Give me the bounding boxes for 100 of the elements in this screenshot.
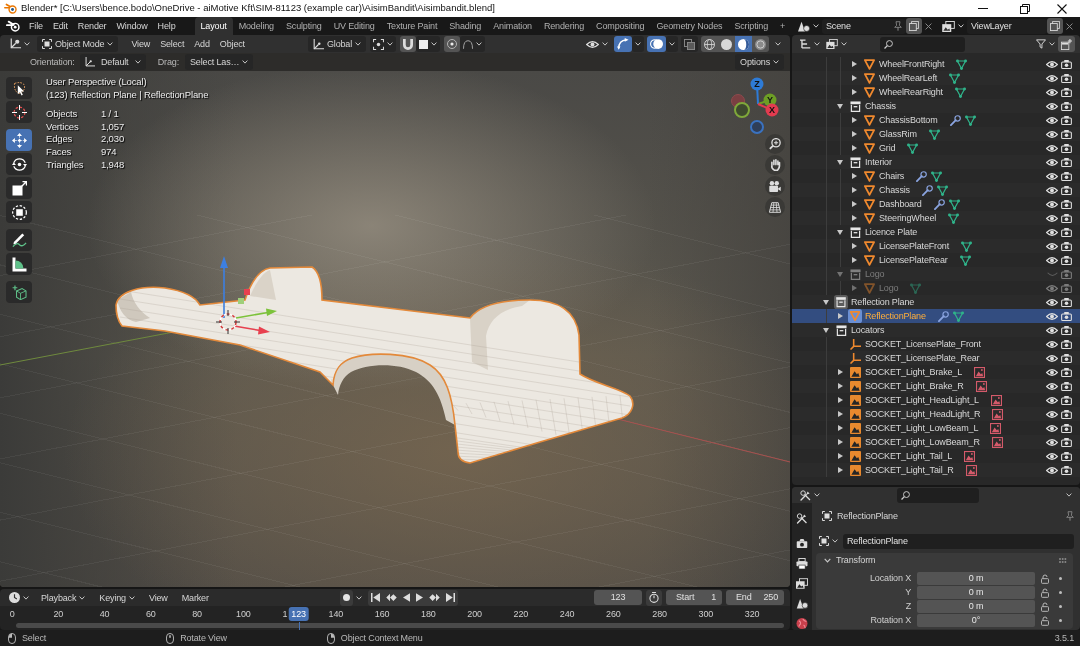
- vertex-triangle-icon[interactable]: [949, 72, 961, 84]
- dot-icon[interactable]: [1059, 591, 1062, 594]
- disclosure-triangle-icon[interactable]: [837, 425, 843, 431]
- chevron-down-icon[interactable]: [387, 42, 394, 46]
- vertex-triangle-icon[interactable]: [907, 142, 919, 154]
- disclosure-triangle-icon[interactable]: [851, 187, 857, 193]
- eye-icon[interactable]: [1046, 354, 1058, 362]
- camera-icon[interactable]: [1061, 297, 1072, 307]
- drag-dropdown[interactable]: Select Las…: [185, 54, 254, 70]
- chevron-down-icon[interactable]: [1066, 493, 1072, 497]
- eye-icon[interactable]: [1046, 130, 1058, 138]
- move-arrow[interactable]: [220, 256, 228, 319]
- close-icon[interactable]: [1057, 3, 1067, 14]
- eye-icon[interactable]: [1046, 256, 1058, 264]
- timeline-scrollbar[interactable]: [16, 623, 784, 628]
- tool-button[interactable]: [6, 101, 32, 123]
- disclosure-triangle-icon[interactable]: [851, 201, 857, 207]
- disclosure-triangle-icon[interactable]: [851, 215, 857, 221]
- menu-item[interactable]: Window: [111, 18, 153, 34]
- tool-button[interactable]: [6, 253, 32, 275]
- camera-icon[interactable]: [1061, 59, 1072, 69]
- chevron-down-icon[interactable]: [355, 595, 362, 600]
- chevron-down-icon[interactable]: [841, 42, 847, 46]
- workspace-tab[interactable]: Scripting: [728, 17, 775, 35]
- triangle-icon[interactable]: [863, 254, 875, 266]
- eye-icon[interactable]: [1046, 144, 1058, 152]
- camera-icon[interactable]: [1061, 115, 1072, 125]
- camera-icon[interactable]: [1061, 339, 1072, 349]
- falloff-button[interactable]: [460, 36, 486, 52]
- camera-icon[interactable]: [1061, 73, 1072, 83]
- camera-icon[interactable]: [1061, 185, 1072, 195]
- number-field[interactable]: 0 m: [917, 600, 1035, 613]
- collection-box-icon[interactable]: [849, 226, 861, 238]
- dot-icon[interactable]: [1059, 577, 1062, 580]
- eye-icon[interactable]: [1046, 60, 1058, 68]
- disclosure-triangle-icon[interactable]: [851, 131, 857, 137]
- vertex-triangle-icon[interactable]: [948, 212, 960, 224]
- overlay-toggle[interactable]: [647, 36, 666, 52]
- vertex-triangle-icon[interactable]: [954, 86, 966, 98]
- end-frame-field[interactable]: End 250: [726, 590, 784, 605]
- disclosure-triangle-icon[interactable]: [837, 397, 843, 403]
- camera-icon[interactable]: [1061, 451, 1072, 461]
- collection-box-icon[interactable]: [849, 156, 861, 168]
- collection-box-icon[interactable]: [849, 100, 861, 112]
- menu-item[interactable]: Select: [155, 36, 190, 52]
- eye-icon[interactable]: [1046, 242, 1058, 250]
- chevron-down-icon[interactable]: [669, 42, 675, 46]
- axes-icon[interactable]: [849, 352, 861, 364]
- view-layer-field[interactable]: ViewLayer: [967, 18, 1047, 34]
- chevron-down-icon[interactable]: [476, 42, 483, 46]
- eye-icon[interactable]: [1046, 438, 1058, 446]
- menu-item[interactable]: File: [24, 18, 48, 34]
- axis-ball-icon[interactable]: [734, 102, 750, 118]
- overlay-options-button[interactable]: [666, 36, 678, 52]
- triangle-icon[interactable]: [863, 58, 875, 70]
- new-collection-button[interactable]: [1058, 36, 1075, 52]
- collection-box-icon[interactable]: [834, 295, 848, 309]
- chevron-down-icon[interactable]: [24, 42, 30, 46]
- vertex-triangle-icon[interactable]: [931, 170, 943, 182]
- workspace-tab[interactable]: Shading: [443, 17, 488, 35]
- chevron-down-icon[interactable]: [832, 539, 838, 543]
- disclosure-triangle-icon[interactable]: [851, 75, 857, 81]
- camera-icon[interactable]: [1061, 437, 1072, 447]
- tool-button[interactable]: [6, 177, 32, 199]
- shading-button[interactable]: [701, 36, 718, 52]
- mode-dropdown[interactable]: Object Mode: [37, 36, 119, 52]
- tool-button[interactable]: [6, 281, 32, 303]
- eye-icon[interactable]: [1046, 396, 1058, 404]
- chevron-down-icon[interactable]: [813, 24, 819, 28]
- lock-icon[interactable]: [1041, 587, 1049, 598]
- vertex-triangle-icon[interactable]: [956, 58, 968, 70]
- eye-icon[interactable]: [1046, 466, 1058, 474]
- tool-button[interactable]: [6, 201, 32, 223]
- camera-icon[interactable]: [1061, 171, 1072, 181]
- number-field[interactable]: 0 m: [917, 572, 1035, 585]
- camera-icon[interactable]: [1061, 213, 1072, 223]
- number-field[interactable]: 0 m: [917, 586, 1035, 599]
- triangle-icon[interactable]: [863, 240, 875, 252]
- eye-icon[interactable]: [1046, 326, 1058, 334]
- start-frame-field[interactable]: Start 1: [666, 590, 722, 605]
- disclosure-triangle-icon[interactable]: [851, 145, 857, 151]
- chevron-down-icon[interactable]: [128, 595, 135, 600]
- vertex-triangle-icon[interactable]: [936, 184, 948, 196]
- vertex-triangle-icon[interactable]: [952, 310, 964, 322]
- camera-icon[interactable]: [1061, 381, 1072, 391]
- camera-icon[interactable]: [1061, 129, 1072, 139]
- chevron-down-icon[interactable]: [242, 60, 249, 64]
- eye-icon[interactable]: [1046, 424, 1058, 432]
- outliner-row[interactable]: ReflectionPlane: [792, 309, 1080, 323]
- eye-icon[interactable]: [1046, 186, 1058, 194]
- camera-icon[interactable]: [1061, 367, 1072, 377]
- picture-icon[interactable]: [975, 380, 987, 392]
- search-field[interactable]: [880, 36, 965, 52]
- wrench-icon[interactable]: [933, 198, 945, 210]
- triangle-icon[interactable]: [863, 72, 875, 84]
- blender-logo-icon[interactable]: [6, 20, 20, 32]
- menu-item[interactable]: View: [126, 36, 156, 52]
- chevron-down-icon[interactable]: [635, 42, 641, 46]
- picture-icon[interactable]: [849, 422, 861, 434]
- camera-icon[interactable]: [1061, 241, 1072, 251]
